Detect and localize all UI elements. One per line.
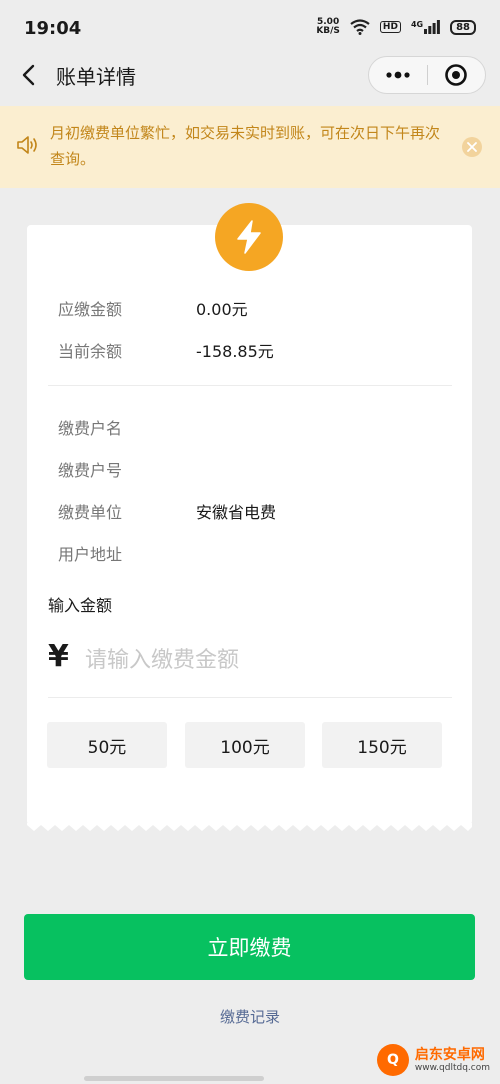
amount-input[interactable]: [83, 641, 447, 679]
quick-amount-150[interactable]: 150元: [322, 722, 442, 768]
account-number-row: 缴费户号: [58, 457, 196, 481]
hd-badge: HD: [379, 21, 401, 33]
lightning-icon: [237, 220, 261, 254]
more-dots-icon: [386, 71, 410, 79]
notice-text: 月初缴费单位繁忙，如交易未实时到账，可在次日下午再次查询。: [50, 124, 441, 168]
bill-card: 应缴金额 0.00元 当前余额 -158.85元 缴费户名 缴费户号 缴费单位 安徽省…: [27, 203, 472, 831]
amount-due-row: 应缴金额 0.00元: [58, 296, 248, 320]
status-time: 19:04: [24, 18, 82, 39]
wifi-icon: [350, 19, 370, 35]
target-circle-icon: [445, 64, 468, 86]
user-address-row: 用户地址: [58, 541, 196, 565]
input-underline: [48, 697, 452, 698]
section-divider: [48, 385, 452, 386]
quick-amount-50[interactable]: 50元: [47, 722, 167, 768]
signal-icon: 4G: [411, 20, 440, 34]
notice-banner: 月初缴费单位繁忙，如交易未实时到账，可在次日下午再次查询。: [0, 106, 500, 188]
back-button[interactable]: [14, 60, 44, 90]
network-speed: 5.00 KB/S: [316, 17, 340, 36]
payee-label: 缴费单位: [58, 503, 123, 522]
home-indicator: [84, 1076, 264, 1081]
watermark-logo: Q: [376, 1044, 409, 1076]
close-circle-icon: [467, 142, 477, 152]
status-bar: 19:04 5.00 KB/S HD 4G 88: [0, 0, 500, 60]
watermark-url: www.qdltdq.com: [414, 1063, 490, 1073]
account-name-label: 缴费户名: [58, 419, 123, 438]
payee-value: 安徽省电费: [196, 503, 277, 522]
notice-close-button[interactable]: [462, 137, 482, 157]
close-miniprogram-button[interactable]: [427, 57, 485, 93]
payment-history-link[interactable]: 缴费记录: [0, 1006, 500, 1027]
currency-symbol: ¥: [48, 639, 69, 674]
watermark: Q 启东安卓网 www.qdltdq.com: [376, 1044, 490, 1076]
speaker-icon: [17, 136, 37, 154]
miniprogram-capsule: [368, 56, 486, 94]
page-title: 账单详情: [56, 65, 136, 89]
current-balance-row: 当前余额 -158.85元: [58, 338, 274, 362]
amount-input-title: 输入金额: [48, 596, 113, 615]
account-number-label: 缴费户号: [58, 461, 123, 480]
chevron-left-icon: [22, 64, 35, 86]
current-balance-label: 当前余额: [58, 342, 123, 361]
payee-row: 缴费单位 安徽省电费: [58, 499, 276, 523]
quick-amount-100[interactable]: 100元: [185, 722, 305, 768]
amount-due-label: 应缴金额: [58, 300, 123, 319]
watermark-title: 启东安卓网: [414, 1047, 485, 1063]
account-name-row: 缴费户名: [58, 415, 196, 439]
bill-type-badge: [215, 203, 283, 271]
amount-due-value: 0.00元: [196, 300, 248, 319]
nav-bar: 账单详情: [0, 52, 500, 100]
receipt-edge: [27, 823, 472, 831]
user-address-label: 用户地址: [58, 545, 123, 564]
pay-now-button[interactable]: 立即缴费: [24, 914, 475, 980]
status-icons: 5.00 KB/S HD 4G 88: [316, 18, 476, 36]
current-balance-value: -158.85元: [196, 342, 274, 361]
more-button[interactable]: [369, 57, 427, 93]
battery-icon: 88: [450, 19, 476, 35]
